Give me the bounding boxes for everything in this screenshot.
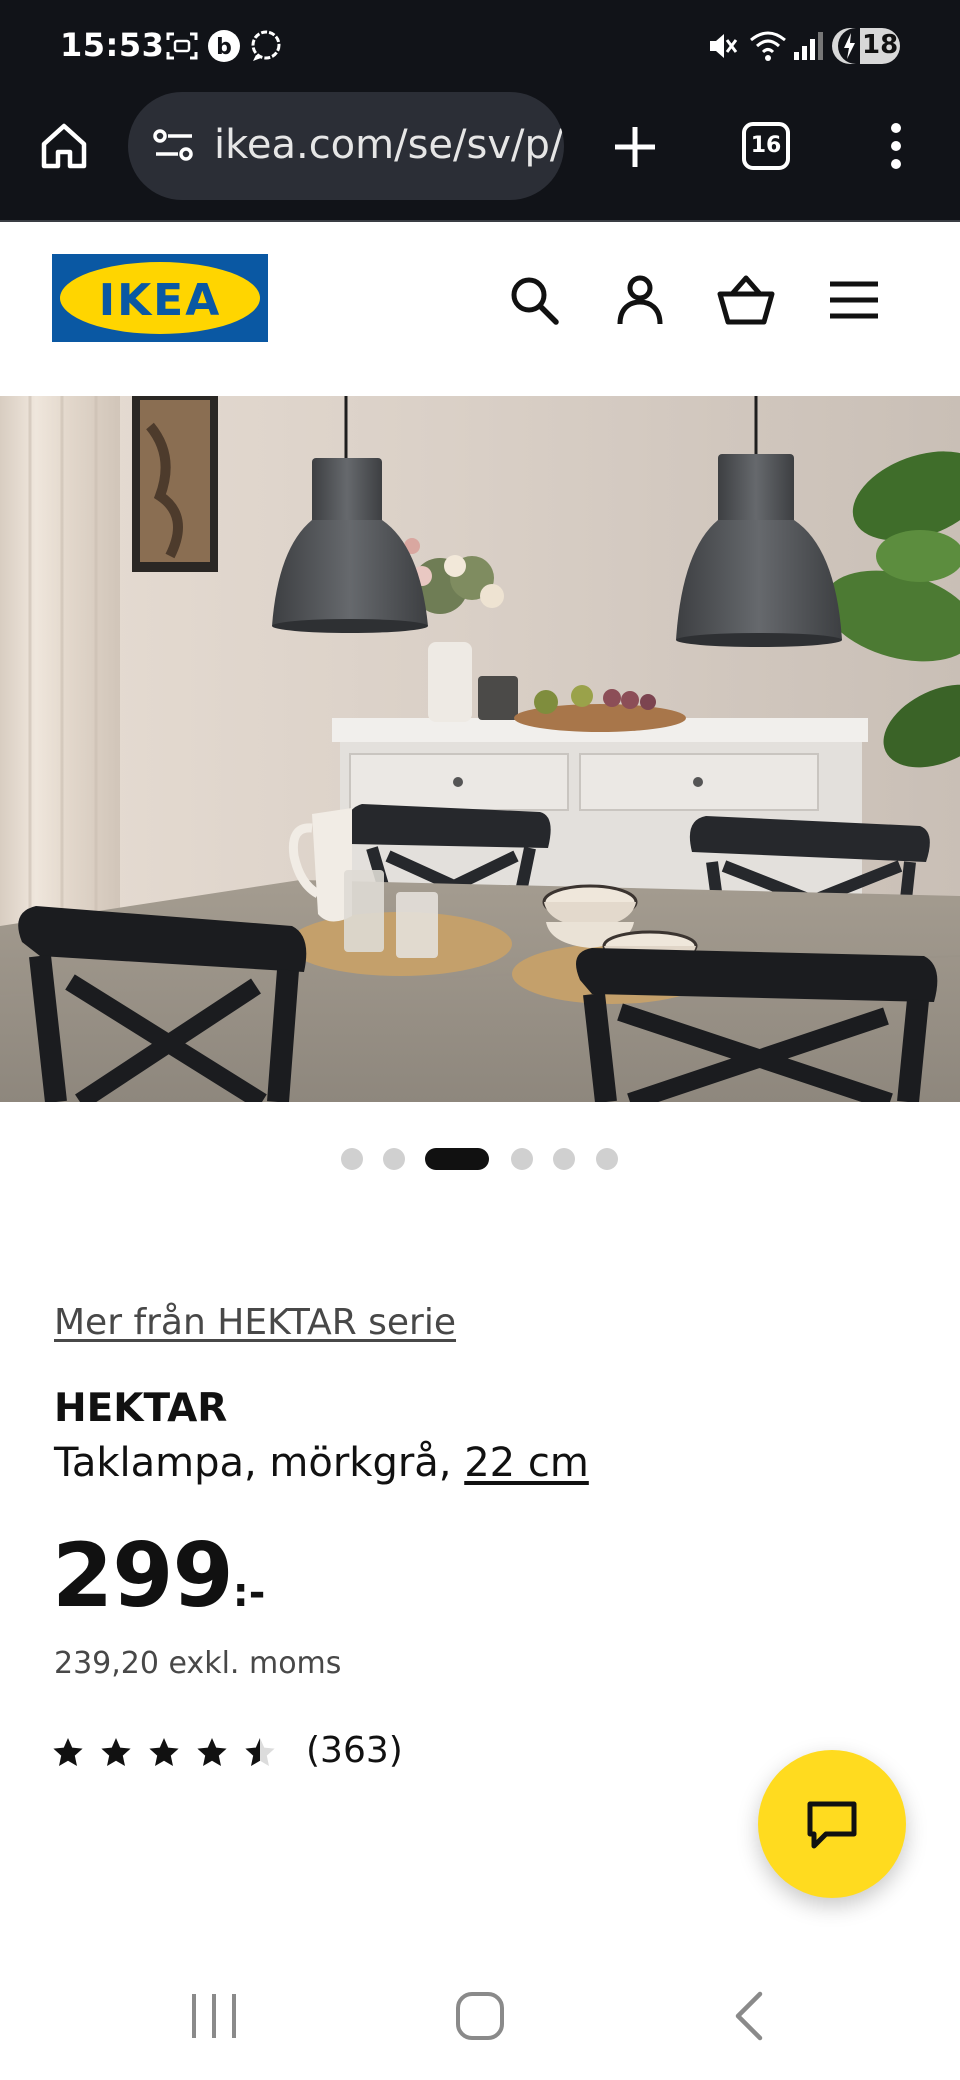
logo-text: IKEA [98,275,222,326]
recent-apps-icon[interactable] [184,1988,244,2044]
battery-indicator: 18 [832,28,900,64]
home-button-icon[interactable] [452,1988,508,2044]
battery-charging-icon [838,28,860,64]
ikea-logo[interactable]: IKEA [52,254,268,342]
star-full-icon [101,1738,131,1766]
screenshot-icon [166,32,198,60]
star-full-icon [53,1738,83,1766]
search-icon[interactable] [504,270,564,330]
series-link[interactable]: Mer från HEKTAR serie [54,1302,456,1343]
home-icon[interactable] [36,118,92,174]
menu-icon[interactable] [824,270,884,330]
carousel-dot[interactable] [553,1148,575,1170]
rating-stars[interactable] [52,1728,292,1778]
carousel-dot[interactable] [511,1148,533,1170]
dining-room-illustration [0,396,960,1102]
signal-icon [794,32,823,60]
b-app-icon: b [208,30,240,62]
carousel-indicator [0,1146,960,1170]
chat-icon [807,1801,857,1849]
carousel-dot[interactable] [383,1148,405,1170]
status-time: 15:53 [60,26,165,64]
system-nav-bar [0,1960,960,2080]
carousel-dot-active[interactable] [425,1148,489,1170]
wifi-icon [750,31,786,61]
site-settings-icon[interactable] [150,122,198,170]
star-full-icon [149,1738,179,1766]
price-excl-vat: 239,20 exkl. moms [54,1646,342,1681]
chat-bubble-icon [251,30,281,61]
browser-toolbar: ikea.com/se/sv/p/h 16 [0,92,960,223]
logo-oval: IKEA [60,262,260,334]
chat-button[interactable] [758,1750,906,1898]
site-header: IKEA [0,222,960,396]
cart-icon[interactable] [716,270,776,330]
price-value: 299 [52,1524,234,1627]
status-bar: 15:53 b 18 [0,0,960,92]
carousel-dot[interactable] [341,1148,363,1170]
review-count[interactable]: (363) [306,1730,403,1771]
battery-level: 18 [862,30,899,60]
mute-icon [710,34,738,58]
price: 299:- [52,1524,265,1627]
back-icon[interactable] [726,1988,774,2044]
tabs-icon[interactable]: 16 [742,122,790,170]
star-full-icon [197,1738,227,1766]
svg-text:b: b [216,35,232,60]
price-suffix: :- [232,1570,266,1616]
account-icon[interactable] [610,270,670,330]
size-link[interactable]: 22 cm [464,1440,589,1486]
url-bar[interactable]: ikea.com/se/sv/p/h [128,92,564,200]
carousel-dot[interactable] [596,1148,618,1170]
product-description: Taklampa, mörkgrå, 22 cm [54,1440,589,1486]
more-menu-icon[interactable] [876,120,916,172]
product-name: HEKTAR [54,1386,228,1431]
new-tab-icon[interactable] [610,122,660,172]
tab-count: 16 [750,133,782,158]
url-text[interactable]: ikea.com/se/sv/p/h [214,122,564,168]
product-description-text: Taklampa, mörkgrå, [54,1440,465,1486]
product-image[interactable] [0,396,960,1102]
